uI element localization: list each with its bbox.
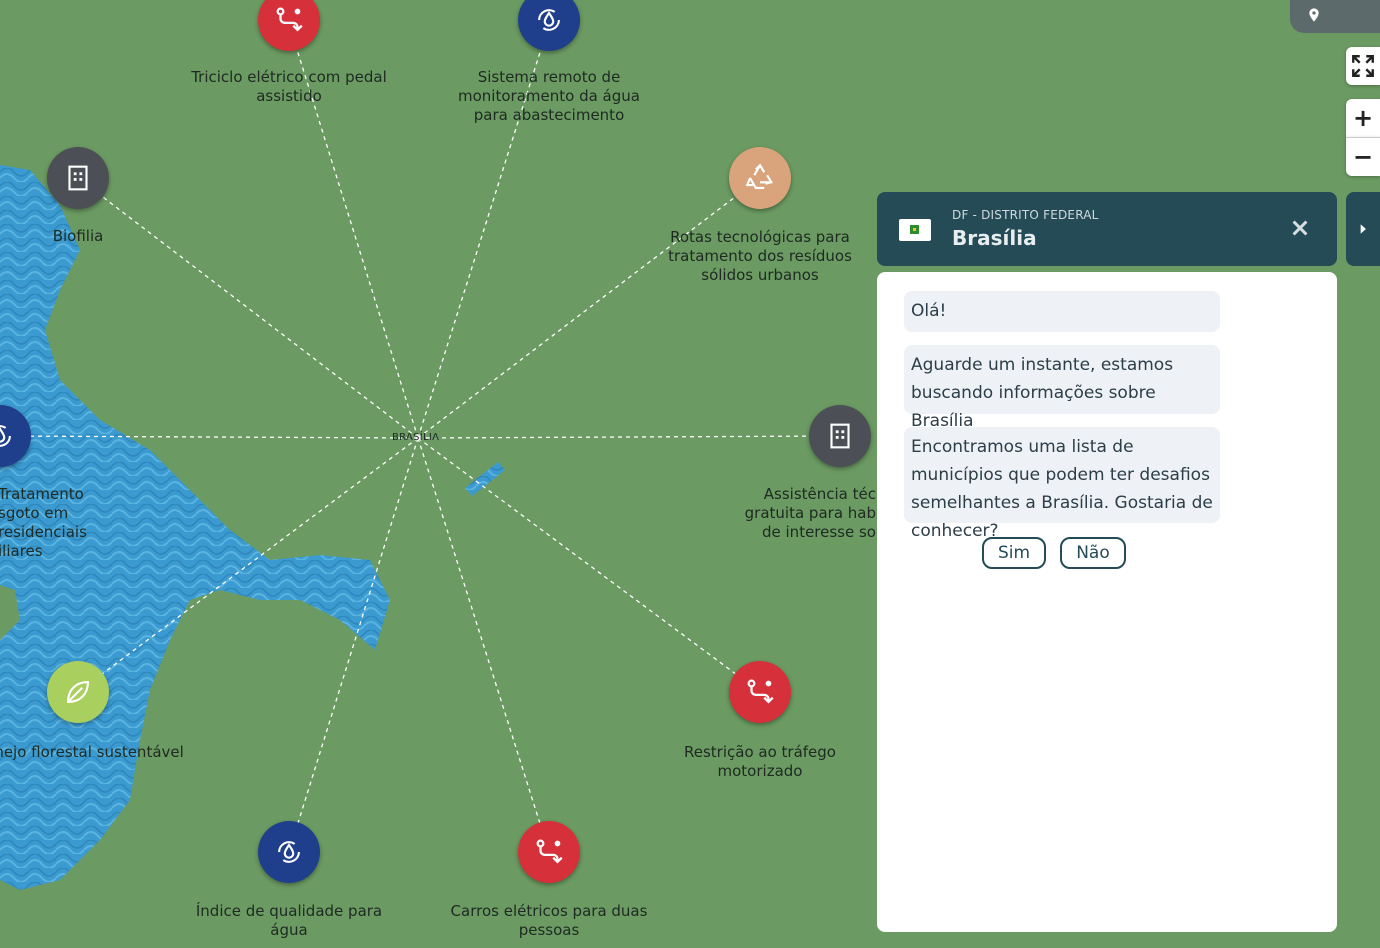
chat-message-greeting: Olá! bbox=[904, 291, 1220, 332]
building-icon bbox=[830, 423, 850, 449]
chat-message-question: Encontramos uma lista de municípios que … bbox=[904, 427, 1220, 541]
location-tab[interactable] bbox=[1290, 0, 1380, 33]
node-label-rotas: Rotas tecnológicas para tratamento dos r… bbox=[668, 228, 852, 284]
node-biofilia[interactable] bbox=[47, 147, 109, 209]
node-manejo[interactable] bbox=[47, 661, 109, 723]
chevron-right-icon bbox=[1360, 224, 1366, 234]
node-restricao[interactable] bbox=[729, 661, 791, 723]
building-icon bbox=[68, 165, 88, 191]
route-icon bbox=[747, 679, 774, 704]
zoom-in-button[interactable]: + bbox=[1346, 99, 1380, 137]
city-title: Brasília bbox=[952, 226, 1037, 250]
node-assistencia[interactable] bbox=[809, 405, 871, 467]
node-label-triciclo: Triciclo elétrico com pedal assistido bbox=[191, 68, 387, 105]
route-icon bbox=[276, 7, 303, 32]
yes-button[interactable]: Sim bbox=[982, 537, 1046, 569]
node-label-manejo: Manejo florestal sustentável bbox=[0, 743, 184, 761]
fullscreen-button[interactable] bbox=[1346, 47, 1380, 85]
zoom-out-button[interactable]: − bbox=[1346, 137, 1380, 176]
water-cycle-icon bbox=[278, 841, 300, 863]
df-flag-icon bbox=[899, 219, 931, 241]
node-label-sistema: Sistema remoto de monitoramento da água … bbox=[458, 68, 640, 124]
chat-panel: Olá! Aguarde um instante, estamos buscan… bbox=[877, 272, 1337, 932]
node-rotas[interactable] bbox=[729, 147, 791, 209]
close-icon bbox=[1292, 220, 1308, 236]
lake-fragment bbox=[465, 462, 505, 496]
expand-panel-button[interactable] bbox=[1346, 192, 1380, 266]
city-panel-header: DF - DISTRITO FEDERAL Brasília bbox=[877, 192, 1337, 266]
node-carros[interactable] bbox=[518, 821, 580, 883]
water-cycle-icon bbox=[538, 9, 560, 31]
node-label-indice: Índice de qualidade para água bbox=[195, 902, 383, 939]
water-cycle-icon bbox=[0, 425, 11, 447]
state-label: DF - DISTRITO FEDERAL bbox=[952, 208, 1099, 222]
node-label-biofilia: Biofilia bbox=[52, 227, 104, 245]
recycle-icon bbox=[745, 163, 773, 189]
no-button[interactable]: Não bbox=[1060, 537, 1126, 569]
fullscreen-icon bbox=[1352, 55, 1374, 77]
node-label-tratamento: Tratamento sgoto em residenciais iliares bbox=[0, 485, 87, 560]
node-indice[interactable] bbox=[258, 821, 320, 883]
node-label-carros: Carros elétricos para duas pessoas bbox=[450, 902, 648, 939]
city-marker-label: BRASÍLIA bbox=[392, 432, 440, 443]
location-pin-icon bbox=[1309, 8, 1319, 22]
chat-message-searching: Aguarde um instante, estamos buscando in… bbox=[904, 345, 1220, 431]
route-icon bbox=[536, 839, 563, 864]
close-button[interactable] bbox=[1289, 217, 1311, 239]
node-label-restricao: Restrição ao tráfego motorizado bbox=[684, 743, 836, 780]
node-label-assistencia: Assistência téc gratuita para hab de int… bbox=[744, 485, 876, 541]
leaf-icon bbox=[67, 681, 89, 703]
